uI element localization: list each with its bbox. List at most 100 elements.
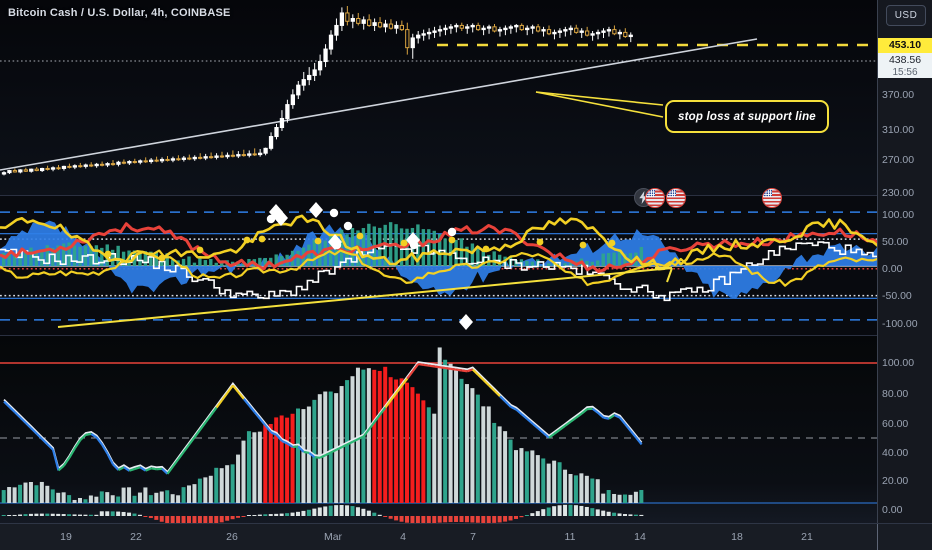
momentum-hist-bar <box>524 451 529 503</box>
macd-hist-bar <box>454 516 459 522</box>
momentum-hist-bar <box>154 492 159 503</box>
time-axis-label: Mar <box>323 531 343 543</box>
momentum-hist-bar <box>595 479 600 503</box>
us-flag-event-icon-2[interactable] <box>666 188 686 208</box>
time-axis-label: 7 <box>470 531 476 543</box>
macd-hist-bar <box>83 514 88 516</box>
macd-hist-bar <box>377 514 382 516</box>
momentum-hist-bar <box>94 496 99 503</box>
macd-hist-bar <box>612 512 617 516</box>
candle-body <box>328 34 334 50</box>
momentum-colored-signal-segment <box>434 365 441 369</box>
momentum-hist-bar <box>481 406 486 503</box>
macd-hist-bar <box>143 516 148 517</box>
momentum-hist-bar <box>132 495 137 503</box>
bid-price-value: 438.56 <box>888 54 922 66</box>
us-flag-event-icon-1[interactable] <box>645 188 665 208</box>
momentum-colored-signal-segment <box>603 416 610 420</box>
macd-hist-bar <box>470 516 475 523</box>
macd-hist-bar <box>225 516 230 521</box>
momentum-hist-bar <box>279 415 284 503</box>
currency-badge[interactable]: USD <box>886 5 926 26</box>
oscillator-hist-bar <box>296 250 300 266</box>
oscillator-hist-bar <box>530 261 535 266</box>
momentum-hist-bar <box>208 475 213 503</box>
momentum-hist-bar <box>557 462 562 503</box>
candle-body <box>274 127 279 138</box>
macd-hist-bar <box>312 508 317 516</box>
candle-body <box>23 169 28 172</box>
oscillator-pane[interactable] <box>0 196 878 336</box>
oscillator-hist-bar <box>209 259 213 266</box>
oscillator-signal-dot <box>314 237 322 245</box>
time-axis[interactable]: 19 22 26 Mar 4 7 11 14 18 21 <box>0 523 932 550</box>
momentum-hist-bar <box>563 469 568 503</box>
time-axis-separator <box>877 524 878 550</box>
momentum-colored-signal-segment <box>450 367 457 371</box>
momentum-hist-bar <box>12 487 17 503</box>
momentum-hist-bar <box>301 409 306 503</box>
momentum-colored-signal-segment <box>428 364 435 368</box>
momentum-hist-bar <box>437 347 442 503</box>
momentum-hist-bar <box>165 490 170 503</box>
momentum-hist-bar <box>148 495 153 503</box>
candle-body <box>89 164 94 167</box>
macd-hist-bar <box>514 516 518 519</box>
momentum-hist-bar <box>443 359 448 503</box>
candle-body <box>296 84 301 96</box>
candle-body <box>508 26 514 29</box>
candle-body <box>367 19 372 26</box>
momentum-colored-signal-segment <box>461 369 468 373</box>
macd-hist-bar <box>405 516 409 523</box>
momentum-hist-bar <box>568 474 573 503</box>
oscillator-white-dot <box>332 240 342 250</box>
oscillator-signal-dot <box>608 239 616 247</box>
momentum-pane[interactable] <box>0 336 878 524</box>
time-axis-label: 26 <box>226 531 238 543</box>
candle-body <box>34 168 39 172</box>
momentum-hist-bar <box>56 492 61 503</box>
oscillator-hist-bar <box>367 223 371 266</box>
macd-hist-bar <box>590 508 595 516</box>
momentum-hist-bar <box>7 487 12 503</box>
macd-hist-bar <box>475 516 480 523</box>
macd-hist-bar <box>584 506 589 516</box>
candle-body <box>18 169 23 173</box>
macd-hist-bar <box>127 512 132 516</box>
macd-hist-bar <box>628 514 633 516</box>
momentum-hist-bar <box>426 407 431 503</box>
momentum-hist-bar <box>432 413 437 503</box>
price-axis[interactable]: USD 453.10 438.56 15:56 370.00 310.00 270.… <box>877 0 932 550</box>
candle-body <box>476 24 481 31</box>
stop-loss-annotation[interactable]: stop loss at support line <box>665 100 829 133</box>
oscillator-hist-bar <box>307 244 311 266</box>
price-pane[interactable] <box>0 0 878 196</box>
momentum-hist-bar <box>383 366 388 503</box>
us-flag-event-icon-3[interactable] <box>762 188 782 208</box>
macd-hist-bar <box>481 516 486 523</box>
macd-hist-bar <box>334 505 339 516</box>
macd-hist-bar <box>503 516 508 522</box>
oscillator-hist-bar <box>525 260 529 266</box>
oscillator-hist-bar <box>198 258 202 266</box>
candle-body <box>443 27 448 31</box>
macd-hist-bar <box>437 516 442 523</box>
macd-hist-bar <box>323 506 328 516</box>
candle-body <box>12 170 18 173</box>
macd-hist-bar <box>432 516 437 524</box>
macd-hist-bar <box>486 516 491 524</box>
candle-body <box>241 154 246 157</box>
momentum-hist-bar <box>263 424 268 503</box>
macd-hist-bar <box>345 505 350 516</box>
macd-hist-bar <box>443 516 448 523</box>
candle-body <box>399 24 405 31</box>
momentum-colored-signal-segment <box>150 467 157 471</box>
macd-hist-bar <box>116 511 121 516</box>
macd-hist-bar <box>366 510 371 516</box>
candle-body <box>83 164 88 167</box>
candle-body <box>208 156 214 159</box>
momentum-hist-bar <box>192 484 197 503</box>
oscillator-signal-dot <box>400 239 408 247</box>
momentum-hist-bar <box>274 417 279 503</box>
macd-hist-bar <box>601 510 606 516</box>
